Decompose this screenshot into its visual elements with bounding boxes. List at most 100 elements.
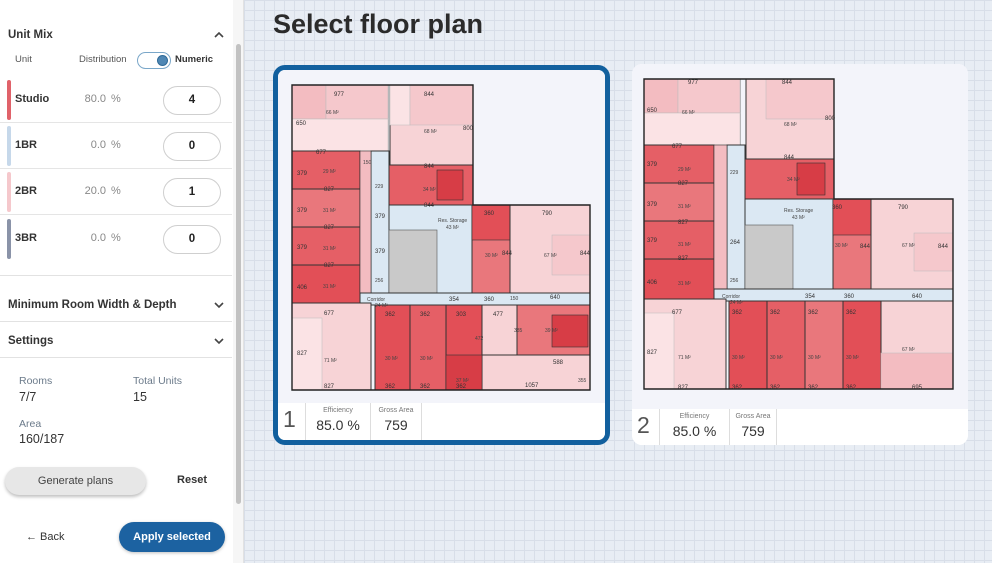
card-2-footer: 2 Efficiency 85.0 % Gross Area 759 (632, 409, 968, 445)
dim-label: 650 (647, 108, 658, 114)
dim-label: 406 (297, 285, 308, 291)
option-number: 1 (283, 406, 296, 432)
dim-label: 362 (385, 384, 396, 390)
card-1-footer: 1 Efficiency 85.0 % Gross Area 759 (278, 403, 605, 440)
dim-label: 827 (324, 263, 335, 269)
dim-label: 977 (334, 92, 345, 98)
dim-label: 362 (846, 310, 857, 316)
option-number: 2 (637, 412, 650, 438)
area-label: 67 M² (902, 243, 915, 249)
unit-distribution-value: 20.0 (84, 185, 106, 197)
total-units-label: Total Units (133, 375, 183, 387)
distribution-numeric-toggle[interactable] (137, 52, 171, 69)
area-label: 34 M² (787, 177, 800, 183)
apply-selected-button[interactable]: Apply selected (119, 522, 225, 552)
dim-label: 355 (578, 378, 587, 384)
dim-label: 677 (672, 144, 683, 150)
unit-mix-header[interactable]: Unit Mix (8, 28, 226, 42)
percent-sign: % (111, 139, 121, 151)
unit-row-3br: 3BR 0.0 % 0 (0, 216, 232, 262)
unit-mix-column-headers: Unit Distribution Numeric (0, 54, 232, 68)
floor-plan-card-1[interactable]: 977 844 650 800 677 844 229 150 379 827 … (273, 65, 610, 445)
efficiency-metric: Efficiency 85.0 % (305, 403, 370, 440)
unit-row-2br: 2BR 20.0 % 1 (0, 169, 232, 215)
2br-color-swatch (7, 172, 11, 212)
dim-label: 379 (297, 208, 308, 214)
unit-distribution-value: 80.0 (84, 93, 106, 105)
dim-label: 695 (912, 385, 923, 391)
back-button[interactable]: ← Back (26, 531, 65, 543)
dim-label: 827 (678, 220, 689, 226)
3br-count-input[interactable]: 0 (163, 225, 221, 254)
dim-label: 977 (688, 80, 699, 86)
dim-label: 588 (553, 360, 564, 366)
floor-plan-1-drawing: 977 844 650 800 677 844 229 150 379 827 … (291, 84, 591, 391)
gross-area-value: 759 (741, 423, 765, 439)
dim-label: 827 (647, 350, 658, 356)
area-label: 29 M² (323, 169, 336, 175)
dim-label: 800 (463, 126, 474, 132)
area-label: 67 M² (902, 347, 915, 353)
area-label: 31 M² (323, 208, 336, 214)
2br-count-input[interactable]: 1 (163, 178, 221, 207)
reset-button[interactable]: Reset (162, 474, 222, 486)
area-label: 66 M² (326, 110, 339, 116)
chevron-down-icon[interactable] (212, 334, 226, 348)
dim-label: 303 (456, 312, 467, 318)
unit-name: Studio (15, 93, 50, 105)
efficiency-value: 85.0 % (316, 417, 360, 433)
rooms-label: Rooms (19, 375, 53, 387)
dim-label: 677 (324, 311, 335, 317)
dim-label: 379 (647, 202, 658, 208)
floor-plan-2-drawing: 977 844 650 800 677 844 379 827 379 827 … (643, 78, 954, 391)
dim-label: 360 (484, 297, 495, 303)
dim-label: 379 (297, 171, 308, 177)
area-label: 30 M² (808, 355, 821, 361)
dim-label: 150 (510, 296, 519, 302)
area-value: 160/187 (19, 432, 65, 446)
dim-label: 229 (730, 170, 739, 176)
floor-plan-card-2[interactable]: 977 844 650 800 677 844 379 827 379 827 … (632, 64, 968, 445)
studio-count-input[interactable]: 4 (163, 86, 221, 115)
area-label: 71 M² (324, 358, 337, 364)
dim-label: 827 (324, 384, 335, 390)
area-label: 30 M² (770, 355, 783, 361)
dim-label: 844 (502, 251, 513, 257)
area-label: 30 M² (732, 355, 745, 361)
dim-label: 229 (375, 184, 384, 190)
dim-label: 677 (672, 310, 683, 316)
dim-label: 844 (580, 251, 591, 257)
settings-header[interactable]: Settings (8, 334, 226, 348)
1br-count-input[interactable]: 0 (163, 132, 221, 161)
dim-label: 477 (493, 312, 504, 318)
sidebar-scrollbar[interactable] (233, 0, 243, 563)
toggle-knob (157, 54, 168, 66)
3br-color-swatch (7, 219, 11, 259)
dim-label: 827 (678, 385, 689, 391)
dim-label: 360 (844, 294, 855, 300)
area-label: 31 M² (323, 284, 336, 290)
generate-plans-button[interactable]: Generate plans (5, 467, 146, 495)
distribution-label: Distribution (79, 54, 127, 65)
efficiency-label: Efficiency (679, 413, 710, 420)
unit-row-1br: 1BR 0.0 % 0 (0, 123, 232, 169)
min-room-header[interactable]: Minimum Room Width & Depth (8, 298, 226, 312)
dim-label: 844 (424, 92, 435, 98)
area-label: 66 M² (682, 110, 695, 116)
dim-label: 827 (324, 225, 335, 231)
dim-label: 362 (770, 385, 781, 391)
dim-label: 790 (898, 205, 909, 211)
scrollbar-thumb[interactable] (236, 44, 241, 504)
chevron-up-icon[interactable] (212, 28, 226, 42)
unit-distribution-value: 0.0 (90, 232, 106, 244)
studio-color-swatch (7, 80, 11, 120)
gross-area-label: Gross Area (735, 413, 771, 420)
area-label: 31 M² (678, 204, 691, 210)
area-label: 37 M² (456, 378, 469, 384)
unit-name: 3BR (15, 232, 38, 244)
dim-label: 362 (420, 384, 431, 390)
unit-row-studio: Studio 80.0 % 4 (0, 77, 232, 123)
chevron-down-icon[interactable] (212, 298, 226, 312)
page-title: Select floor plan (273, 9, 484, 39)
unit-name: 1BR (15, 139, 38, 151)
